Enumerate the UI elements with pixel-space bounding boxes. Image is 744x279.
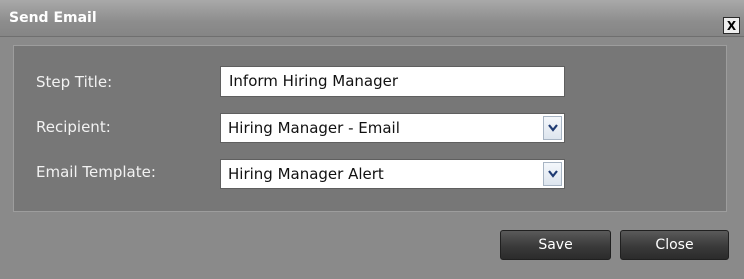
dialog-title: Send Email	[9, 10, 97, 26]
chevron-down-icon[interactable]	[543, 162, 562, 186]
email-template-select[interactable]: Hiring Manager Alert	[220, 159, 565, 189]
email-template-selected-value: Hiring Manager Alert	[228, 165, 384, 183]
step-title-label: Step Title:	[36, 73, 113, 91]
send-email-dialog: Send Email X Step Title: Inform Hiring M…	[0, 0, 744, 279]
step-title-input[interactable]: Inform Hiring Manager	[220, 66, 565, 97]
save-button[interactable]: Save	[500, 230, 611, 260]
email-template-label: Email Template:	[36, 163, 156, 181]
chevron-down-icon[interactable]	[543, 116, 562, 140]
recipient-select[interactable]: Hiring Manager - Email	[220, 113, 565, 143]
recipient-label: Recipient:	[36, 118, 111, 136]
dialog-titlebar[interactable]: Send Email X	[0, 0, 744, 37]
close-button[interactable]: Close	[620, 230, 729, 260]
close-icon[interactable]: X	[723, 17, 740, 34]
recipient-selected-value: Hiring Manager - Email	[228, 119, 400, 137]
